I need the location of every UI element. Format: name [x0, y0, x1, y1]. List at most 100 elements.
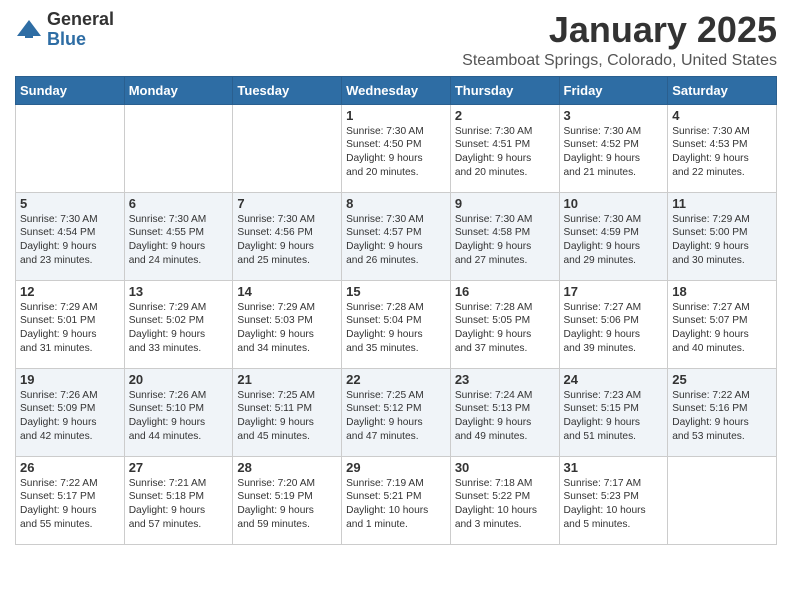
calendar-cell: 23 Sunrise: 7:24 AM Sunset: 5:13 PM Dayli… [450, 368, 559, 456]
calendar-cell: 9 Sunrise: 7:30 AM Sunset: 4:58 PM Daylig… [450, 192, 559, 280]
page: General Blue January 2025 Steamboat Spri… [0, 0, 792, 560]
day-info: Sunrise: 7:30 AM Sunset: 4:53 PM Dayligh… [672, 125, 772, 180]
calendar-cell: 24 Sunrise: 7:23 AM Sunset: 5:15 PM Dayli… [559, 368, 668, 456]
weekday-header: Monday [124, 76, 233, 104]
day-info: Sunrise: 7:30 AM Sunset: 4:59 PM Dayligh… [564, 213, 664, 268]
day-info: Sunrise: 7:23 AM Sunset: 5:15 PM Dayligh… [564, 389, 664, 444]
day-number: 1 [346, 108, 446, 123]
logo-text: General Blue [47, 10, 114, 50]
logo-general: General [47, 10, 114, 30]
calendar-cell: 8 Sunrise: 7:30 AM Sunset: 4:57 PM Daylig… [342, 192, 451, 280]
day-number: 16 [455, 284, 555, 299]
calendar-cell: 27 Sunrise: 7:21 AM Sunset: 5:18 PM Dayli… [124, 456, 233, 544]
calendar-cell: 16 Sunrise: 7:28 AM Sunset: 5:05 PM Dayli… [450, 280, 559, 368]
calendar-cell: 4 Sunrise: 7:30 AM Sunset: 4:53 PM Daylig… [668, 104, 777, 192]
day-info: Sunrise: 7:24 AM Sunset: 5:13 PM Dayligh… [455, 389, 555, 444]
day-number: 9 [455, 196, 555, 211]
calendar-cell: 25Sunrise: 7:22 AM Sunset: 5:16 PM Dayli… [668, 368, 777, 456]
day-number: 28 [237, 460, 337, 475]
day-number: 10 [564, 196, 664, 211]
day-info: Sunrise: 7:17 AM Sunset: 5:23 PM Dayligh… [564, 477, 664, 532]
calendar-cell: 31 Sunrise: 7:17 AM Sunset: 5:23 PM Dayli… [559, 456, 668, 544]
calendar-cell: 26 Sunrise: 7:22 AM Sunset: 5:17 PM Dayli… [16, 456, 125, 544]
day-number: 13 [129, 284, 229, 299]
day-number: 20 [129, 372, 229, 387]
calendar-cell: 29 Sunrise: 7:19 AM Sunset: 5:21 PM Dayli… [342, 456, 451, 544]
day-info: Sunrise: 7:21 AM Sunset: 5:18 PM Dayligh… [129, 477, 229, 532]
calendar-cell: 18 Sunrise: 7:27 AM Sunset: 5:07 PM Dayli… [668, 280, 777, 368]
day-info: Sunrise: 7:29 AM Sunset: 5:01 PM Dayligh… [20, 301, 120, 356]
day-number: 18 [672, 284, 772, 299]
day-info: Sunrise: 7:30 AM Sunset: 4:57 PM Dayligh… [346, 213, 446, 268]
calendar-table: SundayMondayTuesdayWednesdayThursdayFrid… [15, 76, 777, 545]
day-number: 11 [672, 196, 772, 211]
calendar-cell: 5Sunrise: 7:30 AM Sunset: 4:54 PM Daylig… [16, 192, 125, 280]
day-number: 3 [564, 108, 664, 123]
day-number: 29 [346, 460, 446, 475]
weekday-header: Sunday [16, 76, 125, 104]
day-info: Sunrise: 7:30 AM Sunset: 4:55 PM Dayligh… [129, 213, 229, 268]
day-number: 17 [564, 284, 664, 299]
weekday-header: Thursday [450, 76, 559, 104]
calendar-cell: 11 Sunrise: 7:29 AM Sunset: 5:00 PM Dayli… [668, 192, 777, 280]
day-info: Sunrise: 7:20 AM Sunset: 5:19 PM Dayligh… [237, 477, 337, 532]
calendar-cell: 19 Sunrise: 7:26 AM Sunset: 5:09 PM Dayli… [16, 368, 125, 456]
weekday-header: Friday [559, 76, 668, 104]
calendar-cell: 13 Sunrise: 7:29 AM Sunset: 5:02 PM Dayli… [124, 280, 233, 368]
day-number: 26 [20, 460, 120, 475]
day-number: 25 [672, 372, 772, 387]
calendar-cell: 7Sunrise: 7:30 AM Sunset: 4:56 PM Daylig… [233, 192, 342, 280]
day-number: 24 [564, 372, 664, 387]
calendar-cell: 6 Sunrise: 7:30 AM Sunset: 4:55 PM Daylig… [124, 192, 233, 280]
day-info: Sunrise: 7:30 AM Sunset: 4:50 PM Dayligh… [346, 125, 446, 180]
weekday-header: Saturday [668, 76, 777, 104]
calendar-cell: 28 Sunrise: 7:20 AM Sunset: 5:19 PM Dayli… [233, 456, 342, 544]
day-info: Sunrise: 7:30 AM Sunset: 4:54 PM Dayligh… [20, 213, 120, 268]
day-info: Sunrise: 7:29 AM Sunset: 5:00 PM Dayligh… [672, 213, 772, 268]
day-number: 30 [455, 460, 555, 475]
day-info: Sunrise: 7:18 AM Sunset: 5:22 PM Dayligh… [455, 477, 555, 532]
calendar-cell: 1 Sunrise: 7:30 AM Sunset: 4:50 PM Daylig… [342, 104, 451, 192]
day-number: 2 [455, 108, 555, 123]
day-info: Sunrise: 7:30 AM Sunset: 4:58 PM Dayligh… [455, 213, 555, 268]
weekday-header: Tuesday [233, 76, 342, 104]
day-number: 4 [672, 108, 772, 123]
day-number: 14 [237, 284, 337, 299]
day-info: Sunrise: 7:25 AM Sunset: 5:11 PM Dayligh… [237, 389, 337, 444]
weekday-header: Wednesday [342, 76, 451, 104]
logo: General Blue [15, 10, 114, 50]
calendar-cell: 22 Sunrise: 7:25 AM Sunset: 5:12 PM Dayli… [342, 368, 451, 456]
day-info: Sunrise: 7:25 AM Sunset: 5:12 PM Dayligh… [346, 389, 446, 444]
logo-icon [15, 16, 43, 44]
calendar-cell [668, 456, 777, 544]
day-number: 23 [455, 372, 555, 387]
day-number: 12 [20, 284, 120, 299]
calendar-cell: 2 Sunrise: 7:30 AM Sunset: 4:51 PM Daylig… [450, 104, 559, 192]
title-area: January 2025 Steamboat Springs, Colorado… [462, 10, 777, 70]
day-number: 7 [237, 196, 337, 211]
day-number: 31 [564, 460, 664, 475]
day-info: Sunrise: 7:27 AM Sunset: 5:07 PM Dayligh… [672, 301, 772, 356]
calendar-cell: 30 Sunrise: 7:18 AM Sunset: 5:22 PM Dayli… [450, 456, 559, 544]
day-number: 19 [20, 372, 120, 387]
day-number: 27 [129, 460, 229, 475]
day-info: Sunrise: 7:27 AM Sunset: 5:06 PM Dayligh… [564, 301, 664, 356]
calendar-cell: 3 Sunrise: 7:30 AM Sunset: 4:52 PM Daylig… [559, 104, 668, 192]
day-info: Sunrise: 7:26 AM Sunset: 5:09 PM Dayligh… [20, 389, 120, 444]
location-title: Steamboat Springs, Colorado, United Stat… [462, 52, 777, 70]
day-info: Sunrise: 7:22 AM Sunset: 5:17 PM Dayligh… [20, 477, 120, 532]
day-number: 8 [346, 196, 446, 211]
day-info: Sunrise: 7:19 AM Sunset: 5:21 PM Dayligh… [346, 477, 446, 532]
day-info: Sunrise: 7:29 AM Sunset: 5:02 PM Dayligh… [129, 301, 229, 356]
day-number: 6 [129, 196, 229, 211]
calendar-cell [16, 104, 125, 192]
calendar-cell: 20Sunrise: 7:26 AM Sunset: 5:10 PM Dayli… [124, 368, 233, 456]
day-info: Sunrise: 7:30 AM Sunset: 4:51 PM Dayligh… [455, 125, 555, 180]
day-number: 22 [346, 372, 446, 387]
header: General Blue January 2025 Steamboat Spri… [15, 10, 777, 70]
day-info: Sunrise: 7:28 AM Sunset: 5:05 PM Dayligh… [455, 301, 555, 356]
month-title: January 2025 [462, 10, 777, 50]
calendar-cell [233, 104, 342, 192]
day-info: Sunrise: 7:30 AM Sunset: 4:52 PM Dayligh… [564, 125, 664, 180]
calendar-cell: 15Sunrise: 7:28 AM Sunset: 5:04 PM Dayli… [342, 280, 451, 368]
